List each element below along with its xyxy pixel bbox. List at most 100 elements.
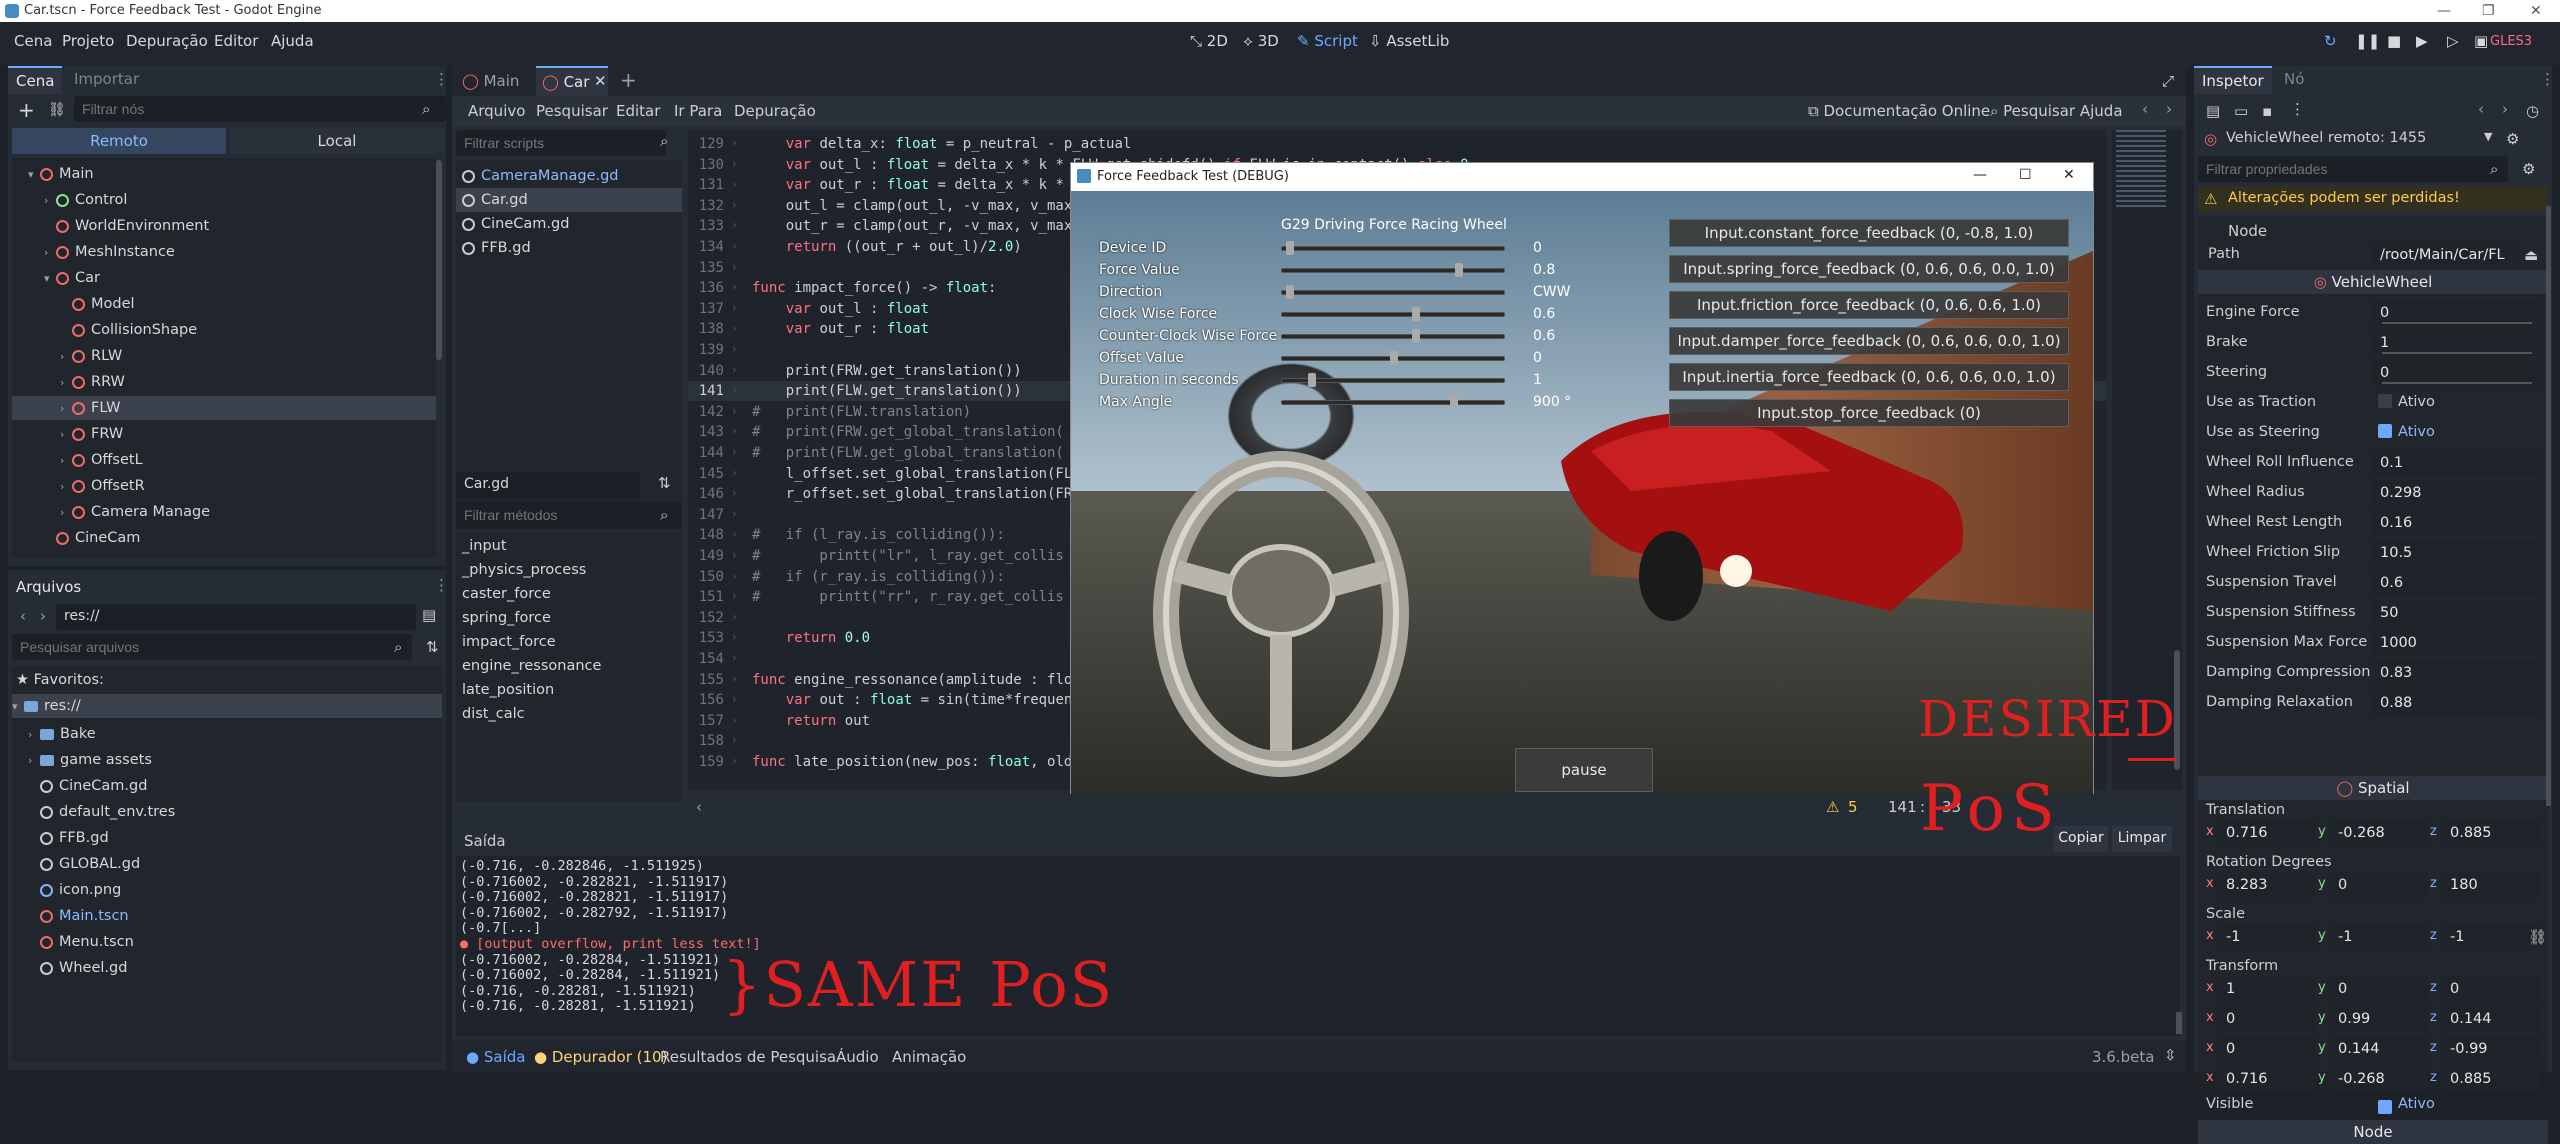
expand-arrow-icon[interactable]: › [44,241,56,265]
script-list-item[interactable]: FFB.gd [456,236,682,260]
property-value[interactable]: 0.83 [2372,660,2542,686]
online-docs-link[interactable]: ⧉ Documentação Online [1808,102,1990,120]
tab-inspetor[interactable]: Inspetor [2194,66,2272,94]
favorites-item[interactable]: ★ Favoritos: [16,668,104,692]
ffb-param-slider[interactable] [1281,351,1505,365]
method-list-item[interactable]: impact_force [456,630,682,654]
method-list-item[interactable]: engine_ressonance [456,654,682,678]
ffb-param-slider[interactable] [1281,329,1505,343]
vector-x-field[interactable]: 0 [2218,1006,2316,1032]
file-item[interactable]: CineCam.gd [28,774,438,798]
scene-tree-item[interactable]: › OffsetL [12,448,436,472]
checkbox[interactable] [2378,394,2392,408]
vector-x-field[interactable]: 0.716 [2218,1066,2316,1092]
slider-knob[interactable] [1286,241,1294,255]
file-item[interactable]: Menu.tscn [28,930,438,954]
renderer-label[interactable]: GLES3 [2490,34,2532,49]
game-close-icon[interactable]: ✕ [2063,167,2075,183]
slider-knob[interactable] [1455,263,1463,277]
ffb-command-button[interactable]: Input.constant_force_feedback (0, -0.8, … [1669,219,2069,247]
toggle-split-icon[interactable]: ▤ [422,606,436,624]
movie-icon[interactable]: ▣ [2474,32,2488,50]
vector-y-field[interactable]: 0 [2330,872,2428,898]
play-scene-icon[interactable]: ▶ [2416,32,2428,50]
forward-icon[interactable]: › [40,607,46,625]
pause-button[interactable]: pause [1515,748,1653,792]
node-section-2[interactable]: Node [2198,1120,2548,1144]
scene-tree-item[interactable]: › Control [12,188,436,212]
sort-icon[interactable]: ⇅ [426,638,439,656]
ffb-param-slider[interactable] [1281,285,1505,299]
tab-saida[interactable]: ● Saída [466,1048,525,1066]
scene-tree-item[interactable]: Model [12,292,436,316]
resource-menu-icon[interactable]: ⋮ [2290,100,2305,118]
tab-no[interactable]: Nó [2276,66,2312,92]
expand-arrow-icon[interactable]: ▾ [44,267,56,291]
pin-icon[interactable]: ⇳ [2164,1046,2177,1064]
remote-debug-icon[interactable]: ↻ [2324,32,2337,50]
output-scrollbar[interactable] [2176,1012,2182,1034]
method-list-item[interactable]: dist_calc [456,702,682,726]
search-files-input[interactable] [12,634,412,660]
node-path-icon[interactable]: ⏏ [2524,246,2538,264]
tab-resultados[interactable]: Resultados de Pesquisa [660,1048,836,1066]
file-item[interactable]: Main.tscn [28,904,438,928]
slider-knob[interactable] [1390,351,1398,365]
vector-y-field[interactable]: 0.99 [2330,1006,2428,1032]
play-custom-icon[interactable]: ▷ [2447,32,2459,50]
new-resource-icon[interactable]: ▤ [2206,102,2220,120]
script-menu-arquivo[interactable]: Arquivo [468,102,525,120]
script-menu-irpara[interactable]: Ir Para [674,102,722,120]
property-slider[interactable] [2382,382,2532,384]
vehiclewheel-section[interactable]: ◎ VehicleWheel [2198,270,2548,294]
vector-y-field[interactable]: 0 [2330,976,2428,1002]
file-item[interactable]: › Bake [28,722,438,746]
file-item[interactable]: icon.png [28,878,438,902]
path-field[interactable]: res:// [56,604,416,630]
script-list-item[interactable]: Car.gd [456,188,682,212]
filter-nodes-input[interactable] [74,96,446,122]
expand-arrow-icon[interactable]: › [44,189,56,213]
pause-icon[interactable]: ❚❚ [2355,32,2380,50]
tab-main[interactable]: ◯ Main [462,72,519,90]
object-dropdown-icon[interactable]: ▼ [2484,130,2492,143]
method-list-item[interactable]: _physics_process [456,558,682,582]
filter-scripts-input[interactable] [456,130,666,156]
script-menu-pesquisar[interactable]: Pesquisar [536,102,608,120]
search-help-link[interactable]: ⌕ Pesquisar Ajuda [1990,102,2123,120]
vector-x-field[interactable]: 0.716 [2218,820,2316,846]
tab-depurador[interactable]: ● Depurador (10) [534,1048,667,1066]
ffb-param-slider[interactable] [1281,241,1505,255]
vector-z-field[interactable]: 0 [2442,976,2540,1002]
files-dock-menu-icon[interactable]: ⋮ [434,576,449,594]
scene-tree-item[interactable]: › Camera Manage [12,500,436,524]
tab-audio[interactable]: Áudio [836,1048,879,1066]
checkbox[interactable] [2378,424,2392,438]
expand-arrow-icon[interactable]: › [60,501,72,525]
property-value[interactable]: 1000 [2372,630,2542,656]
method-list-item[interactable]: late_position [456,678,682,702]
slider-knob[interactable] [1412,329,1420,343]
menu-ajuda[interactable]: Ajuda [271,32,314,50]
vector-y-field[interactable]: -0.268 [2330,1066,2428,1092]
menu-projeto[interactable]: Projeto [62,32,114,50]
expand-arrow-icon[interactable]: › [60,423,72,447]
node-section[interactable]: Node [2228,222,2267,240]
stop-icon[interactable]: ■ [2387,32,2401,50]
res-root-item[interactable]: ▾ res:// [12,694,442,718]
ffb-command-button[interactable]: Input.damper_force_feedback (0, 0.6, 0.6… [1669,327,2069,355]
property-value[interactable]: 10.5 [2372,540,2542,566]
mode-remoto[interactable]: Remoto [12,128,226,154]
scene-tree-item[interactable]: CollisionShape [12,318,436,342]
inspector-object[interactable]: VehicleWheel remoto: 1455 [2226,130,2426,146]
property-slider[interactable] [2382,352,2532,354]
ffb-command-button[interactable]: Input.stop_force_feedback (0) [1669,399,2069,427]
save-resource-icon[interactable]: ▪ [2262,102,2272,120]
vector-y-field[interactable]: 0.144 [2330,1036,2428,1062]
vector-x-field[interactable]: 0 [2218,1036,2316,1062]
ffb-command-button[interactable]: Input.spring_force_feedback (0, 0.6, 0.6… [1669,255,2069,283]
vector-z-field[interactable]: -1 [2442,924,2540,950]
game-maximize-icon[interactable]: ☐ [2019,167,2032,183]
vector-z-field[interactable]: 0.885 [2442,1066,2540,1092]
tab-3d[interactable]: ⟡ 3D [1243,32,1279,50]
